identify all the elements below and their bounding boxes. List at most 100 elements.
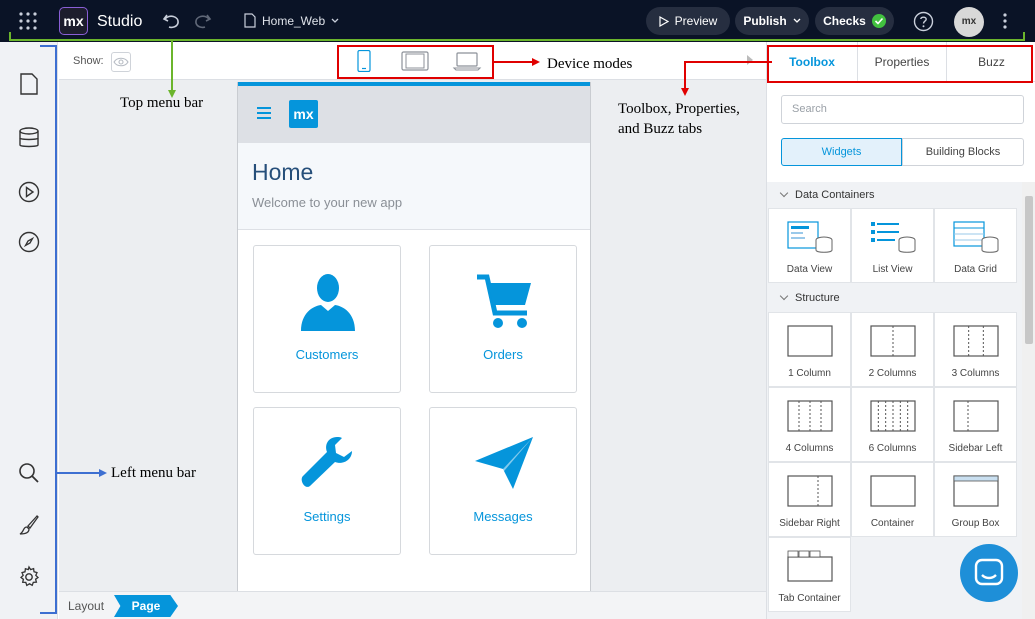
app-grid-icon[interactable] bbox=[18, 11, 38, 31]
widget-data-grid[interactable]: Data Grid bbox=[934, 208, 1017, 283]
section-header-data-containers[interactable]: Data Containers bbox=[767, 183, 1022, 207]
scrollbar-thumb[interactable] bbox=[1025, 196, 1033, 344]
widget-label: Data View bbox=[786, 264, 833, 275]
undo-icon[interactable] bbox=[162, 11, 182, 31]
visibility-toggle[interactable] bbox=[111, 52, 131, 72]
widget-container[interactable]: Container bbox=[851, 462, 934, 537]
redo-icon[interactable] bbox=[192, 11, 212, 31]
microflow-play-icon[interactable] bbox=[17, 180, 41, 204]
avatar[interactable]: mx bbox=[954, 7, 984, 37]
document-icon bbox=[244, 13, 256, 28]
eye-icon bbox=[113, 57, 129, 67]
navigation-compass-icon[interactable] bbox=[17, 230, 41, 254]
group-box-icon bbox=[953, 475, 999, 507]
tile-settings[interactable]: Settings bbox=[253, 407, 401, 555]
document-selector[interactable]: Home_Web bbox=[244, 13, 339, 28]
tab-buzz[interactable]: Buzz bbox=[947, 42, 1035, 82]
widget-3-columns[interactable]: 3 Columns bbox=[934, 312, 1017, 387]
1-column-icon bbox=[787, 325, 833, 357]
section-title: Structure bbox=[795, 292, 840, 304]
settings-gear-icon[interactable] bbox=[17, 565, 41, 589]
widget-label: 6 Columns bbox=[868, 443, 917, 454]
widgets-segment[interactable]: Widgets bbox=[781, 138, 902, 166]
publish-button[interactable]: Publish bbox=[735, 7, 809, 35]
top-menu-bar: mx Studio Home_Web Preview Publish Check… bbox=[0, 0, 1035, 42]
widget-label: 3 Columns bbox=[951, 368, 1000, 379]
search-icon[interactable] bbox=[17, 461, 41, 485]
chevron-down-icon bbox=[793, 18, 801, 23]
phone-hero: Home Welcome to your new app bbox=[238, 143, 590, 230]
3-columns-icon bbox=[953, 325, 999, 357]
widget-2-columns[interactable]: 2 Columns bbox=[851, 312, 934, 387]
building-blocks-segment[interactable]: Building Blocks bbox=[902, 138, 1024, 166]
widget-tab-container[interactable]: Tab Container bbox=[768, 537, 851, 612]
widget-sidebar-right[interactable]: Sidebar Right bbox=[768, 462, 851, 537]
section-header-structure[interactable]: Structure bbox=[767, 286, 1022, 310]
widget-label: List View bbox=[872, 264, 913, 275]
widget-label: 1 Column bbox=[788, 368, 831, 379]
chat-icon bbox=[974, 558, 1004, 586]
checks-label: Checks bbox=[823, 14, 866, 28]
app-title: Studio bbox=[97, 13, 143, 30]
mx-logo: mx bbox=[59, 7, 88, 35]
hamburger-menu-icon[interactable] bbox=[257, 107, 271, 119]
tile-label: Settings bbox=[303, 509, 351, 524]
document-name: Home_Web bbox=[262, 13, 326, 28]
widget-data-view[interactable]: Data View bbox=[768, 208, 851, 283]
tab-toolbox[interactable]: Toolbox bbox=[767, 42, 858, 82]
play-icon bbox=[659, 15, 669, 27]
widget-label: 2 Columns bbox=[868, 368, 917, 379]
help-icon[interactable] bbox=[913, 11, 934, 32]
database-icon[interactable] bbox=[17, 126, 41, 150]
widget-6-columns[interactable]: 6 Columns bbox=[851, 387, 934, 462]
container-icon bbox=[870, 475, 916, 507]
theme-brush-icon[interactable] bbox=[17, 513, 41, 537]
right-panel: Toolbox Properties Buzz Search Widgets B… bbox=[766, 42, 1035, 619]
phone-mode-icon[interactable] bbox=[349, 50, 379, 72]
page-subtitle: Welcome to your new app bbox=[252, 195, 403, 210]
widget-4-columns[interactable]: 4 Columns bbox=[768, 387, 851, 462]
widget-1-column[interactable]: 1 Column bbox=[768, 312, 851, 387]
breadcrumb-layout[interactable]: Layout bbox=[68, 599, 104, 613]
widget-sidebar-left[interactable]: Sidebar Left bbox=[934, 387, 1017, 462]
user-icon bbox=[301, 274, 355, 331]
breadcrumb-page[interactable]: Page bbox=[114, 595, 178, 617]
pages-icon[interactable] bbox=[17, 72, 41, 96]
left-menu-bar bbox=[0, 42, 58, 619]
tablet-mode-icon[interactable] bbox=[400, 50, 430, 72]
widget-group-box[interactable]: Group Box bbox=[934, 462, 1017, 537]
collapse-panel-icon[interactable] bbox=[747, 55, 753, 65]
scrollbar[interactable] bbox=[1022, 182, 1035, 619]
annotation-tabs-line1: Toolbox, Properties, bbox=[618, 101, 740, 117]
tile-messages[interactable]: Messages bbox=[429, 407, 577, 555]
search-input[interactable]: Search bbox=[781, 95, 1024, 124]
breadcrumb: Layout Page bbox=[59, 591, 766, 619]
6-columns-icon bbox=[870, 400, 916, 432]
preview-button[interactable]: Preview bbox=[646, 7, 730, 35]
tile-customers[interactable]: Customers bbox=[253, 245, 401, 393]
tile-label: Messages bbox=[473, 509, 533, 524]
more-options-icon[interactable] bbox=[1001, 12, 1009, 30]
publish-label: Publish bbox=[743, 14, 787, 28]
check-ok-icon bbox=[871, 14, 886, 28]
annotation-left-menu-bar: Left menu bar bbox=[111, 465, 196, 481]
widget-list-view[interactable]: List View bbox=[851, 208, 934, 283]
tile-orders[interactable]: Orders bbox=[429, 245, 577, 393]
phone-preview-page: mx Home Welcome to your new app Customer… bbox=[237, 82, 591, 619]
annotation-top-menu-bar: Top menu bar bbox=[120, 95, 204, 111]
desktop-mode-icon[interactable] bbox=[452, 50, 482, 72]
2-columns-icon bbox=[870, 325, 916, 357]
studio-window: mx Studio Home_Web Preview Publish Check… bbox=[0, 0, 1035, 619]
widget-label: Container bbox=[870, 518, 915, 529]
show-label: Show: bbox=[73, 55, 104, 67]
checks-button[interactable]: Checks bbox=[815, 7, 894, 35]
4-columns-icon bbox=[787, 400, 833, 432]
widget-label: Data Grid bbox=[954, 264, 997, 275]
tab-properties[interactable]: Properties bbox=[858, 42, 947, 82]
data-view-icon bbox=[787, 221, 833, 253]
canvas-toolbar: Show: bbox=[59, 42, 766, 80]
cart-icon bbox=[477, 274, 531, 328]
paper-plane-icon bbox=[475, 437, 533, 489]
chat-support-button[interactable] bbox=[960, 544, 1018, 602]
annotation-tabs-line2: and Buzz tabs bbox=[618, 121, 703, 137]
